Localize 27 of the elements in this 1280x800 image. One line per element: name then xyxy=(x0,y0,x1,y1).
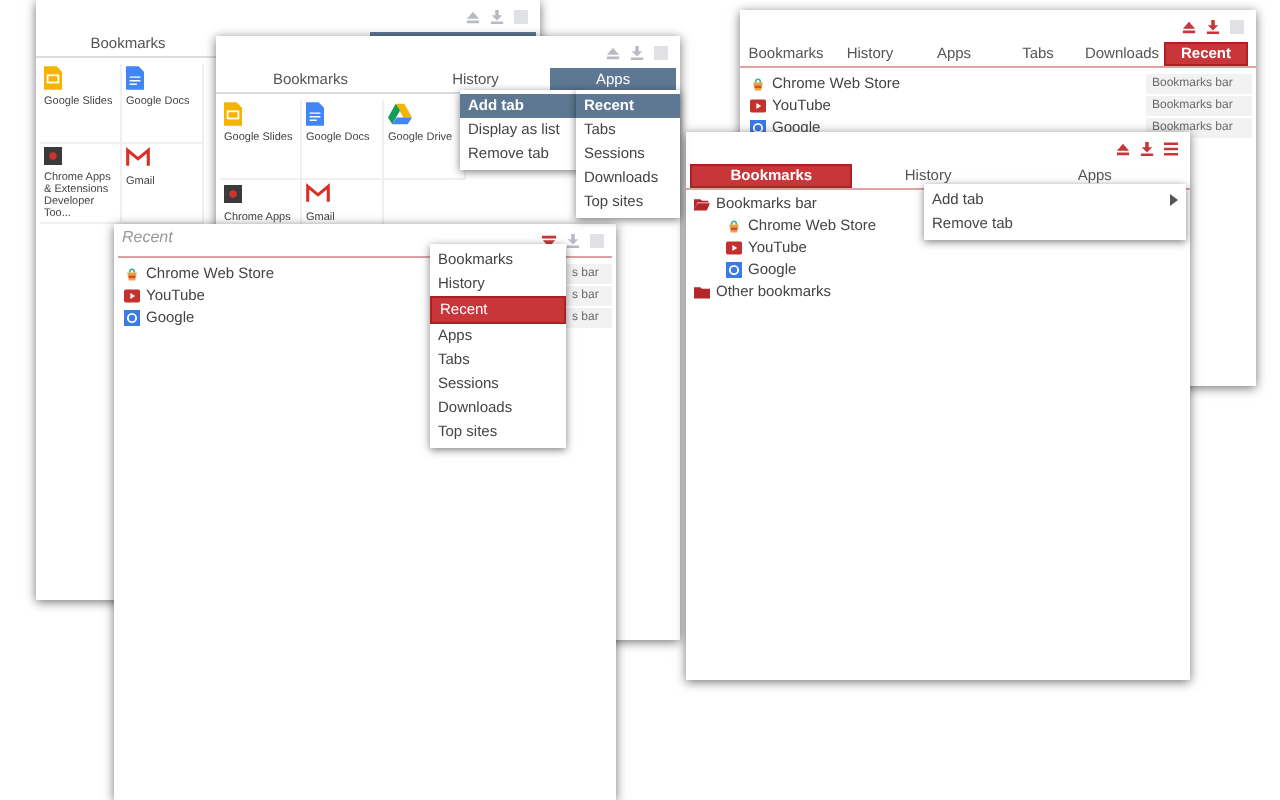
play-icon xyxy=(726,239,742,255)
square-icon[interactable] xyxy=(590,233,604,247)
search-field[interactable]: Recent xyxy=(122,228,362,246)
square-icon[interactable] xyxy=(1230,19,1244,33)
square-icon[interactable] xyxy=(514,9,528,23)
document-icon xyxy=(126,66,144,90)
mail-icon xyxy=(306,182,330,206)
square-icon[interactable] xyxy=(654,45,668,59)
play-icon xyxy=(124,287,140,303)
apps-icon xyxy=(44,146,62,166)
apps-icon xyxy=(224,182,242,206)
download-icon[interactable] xyxy=(1140,141,1154,155)
document-icon xyxy=(306,102,324,126)
shopping-bag-icon xyxy=(124,265,140,281)
menu-icon[interactable] xyxy=(1164,141,1178,155)
shopping-bag-icon xyxy=(726,217,742,233)
eject-icon[interactable] xyxy=(1182,19,1196,33)
drive-icon xyxy=(388,102,412,126)
slides-icon xyxy=(44,66,62,90)
eject-icon[interactable] xyxy=(1116,141,1130,155)
download-icon[interactable] xyxy=(1206,19,1220,33)
slides-icon xyxy=(224,102,242,126)
mail-icon xyxy=(126,146,150,170)
g-logo-icon xyxy=(726,261,742,277)
play-icon xyxy=(750,97,766,113)
g-logo-icon xyxy=(124,309,140,325)
shopping-bag-icon xyxy=(750,75,766,91)
